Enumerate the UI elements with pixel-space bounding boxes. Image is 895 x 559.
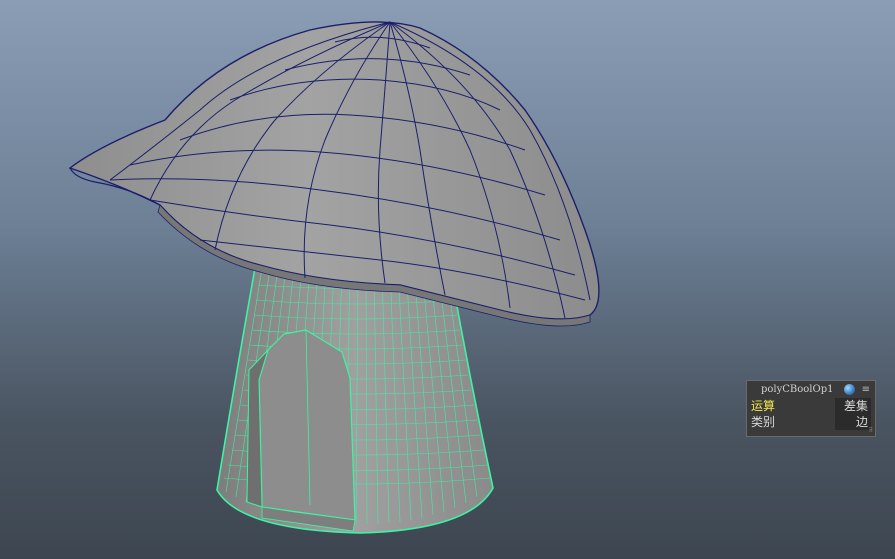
hud-header[interactable]: polyCBoolOp1 ≡ [747,381,875,398]
hud-row-type[interactable]: 类别 边 [751,414,871,430]
hud-row-operation[interactable]: 运算 差集 [751,398,871,414]
hamburger-menu-icon[interactable]: ≡ [862,381,870,398]
type-label: 类别 [751,415,776,429]
3d-viewport[interactable]: polyCBoolOp1 ≡ 运算 差集 类别 边 ⠿ [0,0,895,559]
type-value[interactable]: 边 [835,414,871,430]
operation-value[interactable]: 差集 [835,398,871,414]
door-opening[interactable] [246,329,356,532]
node-attribute-hud[interactable]: polyCBoolOp1 ≡ 运算 差集 类别 边 ⠿ [746,380,876,437]
resize-grip-icon[interactable]: ⠿ [869,428,873,434]
operation-label: 运算 [751,399,776,413]
cap-mesh[interactable] [68,21,600,327]
sphere-icon[interactable] [844,384,855,395]
node-title: polyCBoolOp1 [761,384,834,395]
mushroom-house-model[interactable] [0,0,895,559]
